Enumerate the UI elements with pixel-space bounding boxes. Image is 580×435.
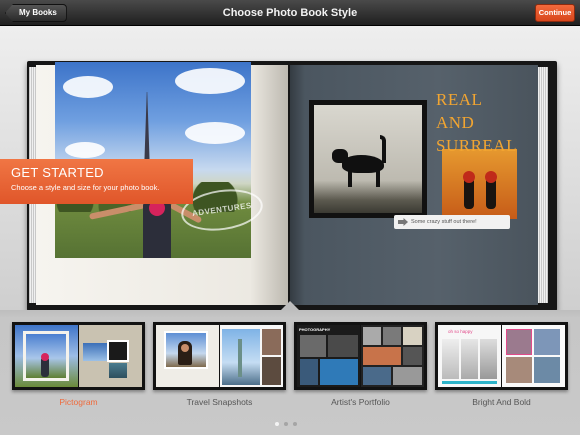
page-indicator[interactable]: [275, 422, 297, 426]
figurines-photo: [442, 149, 517, 219]
page-dot-2[interactable]: [284, 422, 288, 426]
style-thumb-travel-snapshots[interactable]: [153, 322, 286, 390]
continue-button[interactable]: Continue: [535, 4, 575, 22]
get-started-title: GET STARTED: [11, 165, 104, 180]
book-page-edges-right: [538, 67, 548, 303]
style-thumb-artists-portfolio[interactable]: PHOTOGRAPHY: [294, 322, 427, 390]
page-dot-1[interactable]: [275, 422, 279, 426]
style-label-pictogram[interactable]: Pictogram: [12, 397, 145, 407]
style-label-bright-and-bold[interactable]: Bright And Bold: [435, 397, 568, 407]
selection-pointer: [281, 301, 299, 310]
style-label-travel-snapshots[interactable]: Travel Snapshots: [153, 397, 286, 407]
style-label-artists-portfolio[interactable]: Artist's Portfolio: [294, 397, 427, 407]
headline-line-2: AND: [436, 113, 475, 132]
photo-caption: Some crazy stuff out there!: [394, 215, 510, 229]
thumb-oh-so-happy-heading: oh so happy: [448, 329, 473, 334]
headline-line-3: SURREAL: [436, 136, 517, 155]
page-title: Choose Photo Book Style: [222, 7, 358, 19]
book-headline: REAL AND SURREAL: [436, 88, 517, 157]
caption-text: Some crazy stuff out there!: [411, 219, 477, 225]
navigation-bar: My Books Choose Photo Book Style Continu…: [0, 0, 580, 26]
style-thumb-bright-and-bold[interactable]: oh so happy: [435, 322, 568, 390]
style-thumb-pictogram[interactable]: [12, 322, 145, 390]
arrow-icon: [398, 218, 408, 226]
style-picker: Pictogram Travel Snapshots PHOTOGRAPHY A…: [0, 310, 580, 435]
thumb-photography-heading: PHOTOGRAPHY: [299, 327, 331, 332]
get-started-description: Choose a style and size for your photo b…: [11, 183, 160, 192]
cat-photo: [309, 100, 427, 218]
headline-line-1: REAL: [436, 90, 483, 109]
get-started-banner: GET STARTED Choose a style and size for …: [0, 159, 193, 204]
style-preview-area: ADVENTURES REAL AND SURREAL Some crazy s…: [0, 26, 580, 311]
page-dot-3[interactable]: [293, 422, 297, 426]
cat-silhouette: [332, 135, 398, 187]
